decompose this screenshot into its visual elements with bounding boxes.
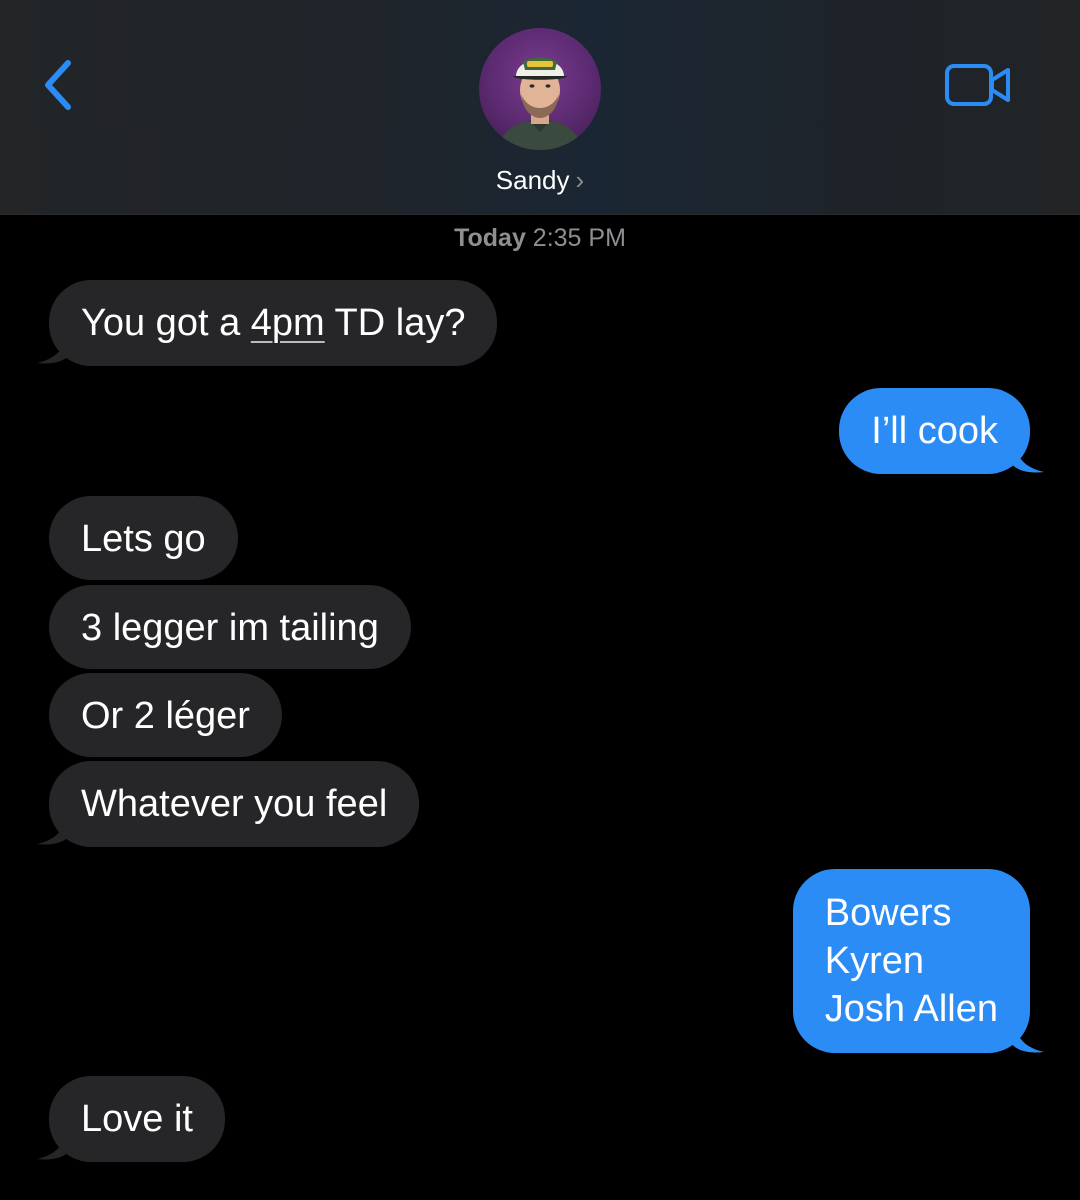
message-text: Whatever you feel — [81, 783, 388, 825]
message-timestamp: Today 2:35 PM — [0, 224, 1080, 253]
message-bubble-incoming[interactable]: Whatever you feel — [49, 761, 420, 847]
chevron-left-icon — [45, 60, 71, 110]
time-detected-link[interactable]: 4pm — [251, 302, 325, 344]
message-bubble-incoming[interactable]: 3 legger im tailing — [49, 585, 411, 669]
timestamp-time: 2:35 PM — [532, 224, 626, 252]
message-bubble-incoming[interactable]: You got a 4pm TD lay? — [49, 280, 498, 366]
avatar-photo — [497, 57, 583, 150]
message-text: Or 2 léger — [81, 695, 250, 737]
messages-screen: Sandy › Today 2:35 PM You got a 4pm TD l… — [0, 0, 1080, 1200]
message-bubble-outgoing[interactable]: Bowers Kyren Josh Allen — [792, 869, 1030, 1053]
contact-name-button[interactable]: Sandy › — [0, 160, 1080, 200]
timestamp-day: Today — [454, 224, 526, 252]
message-text: Love it — [81, 1098, 193, 1140]
conversation-header: Sandy › — [0, 0, 1080, 215]
message-bubble-incoming[interactable]: Lets go — [49, 496, 238, 580]
message-line: Josh Allen — [824, 988, 998, 1030]
chevron-right-icon: › — [575, 164, 585, 195]
message-line: Bowers — [824, 892, 952, 934]
back-button[interactable] — [30, 50, 86, 120]
message-text-part: TD lay? — [324, 302, 466, 344]
contact-name: Sandy — [495, 164, 570, 195]
message-bubble-incoming[interactable]: Love it — [49, 1076, 225, 1162]
facetime-video-button[interactable] — [938, 54, 1018, 116]
message-line: Kyren — [824, 940, 925, 982]
message-text: I’ll cook — [871, 410, 998, 452]
message-text-part: You got a — [81, 302, 251, 344]
message-text: Lets go — [81, 518, 206, 560]
contact-avatar[interactable] — [479, 28, 601, 150]
message-bubble-incoming[interactable]: Or 2 léger — [49, 673, 282, 757]
message-text: 3 legger im tailing — [81, 607, 379, 649]
video-camera-icon — [945, 64, 1010, 106]
message-bubble-outgoing[interactable]: I’ll cook — [839, 388, 1030, 474]
